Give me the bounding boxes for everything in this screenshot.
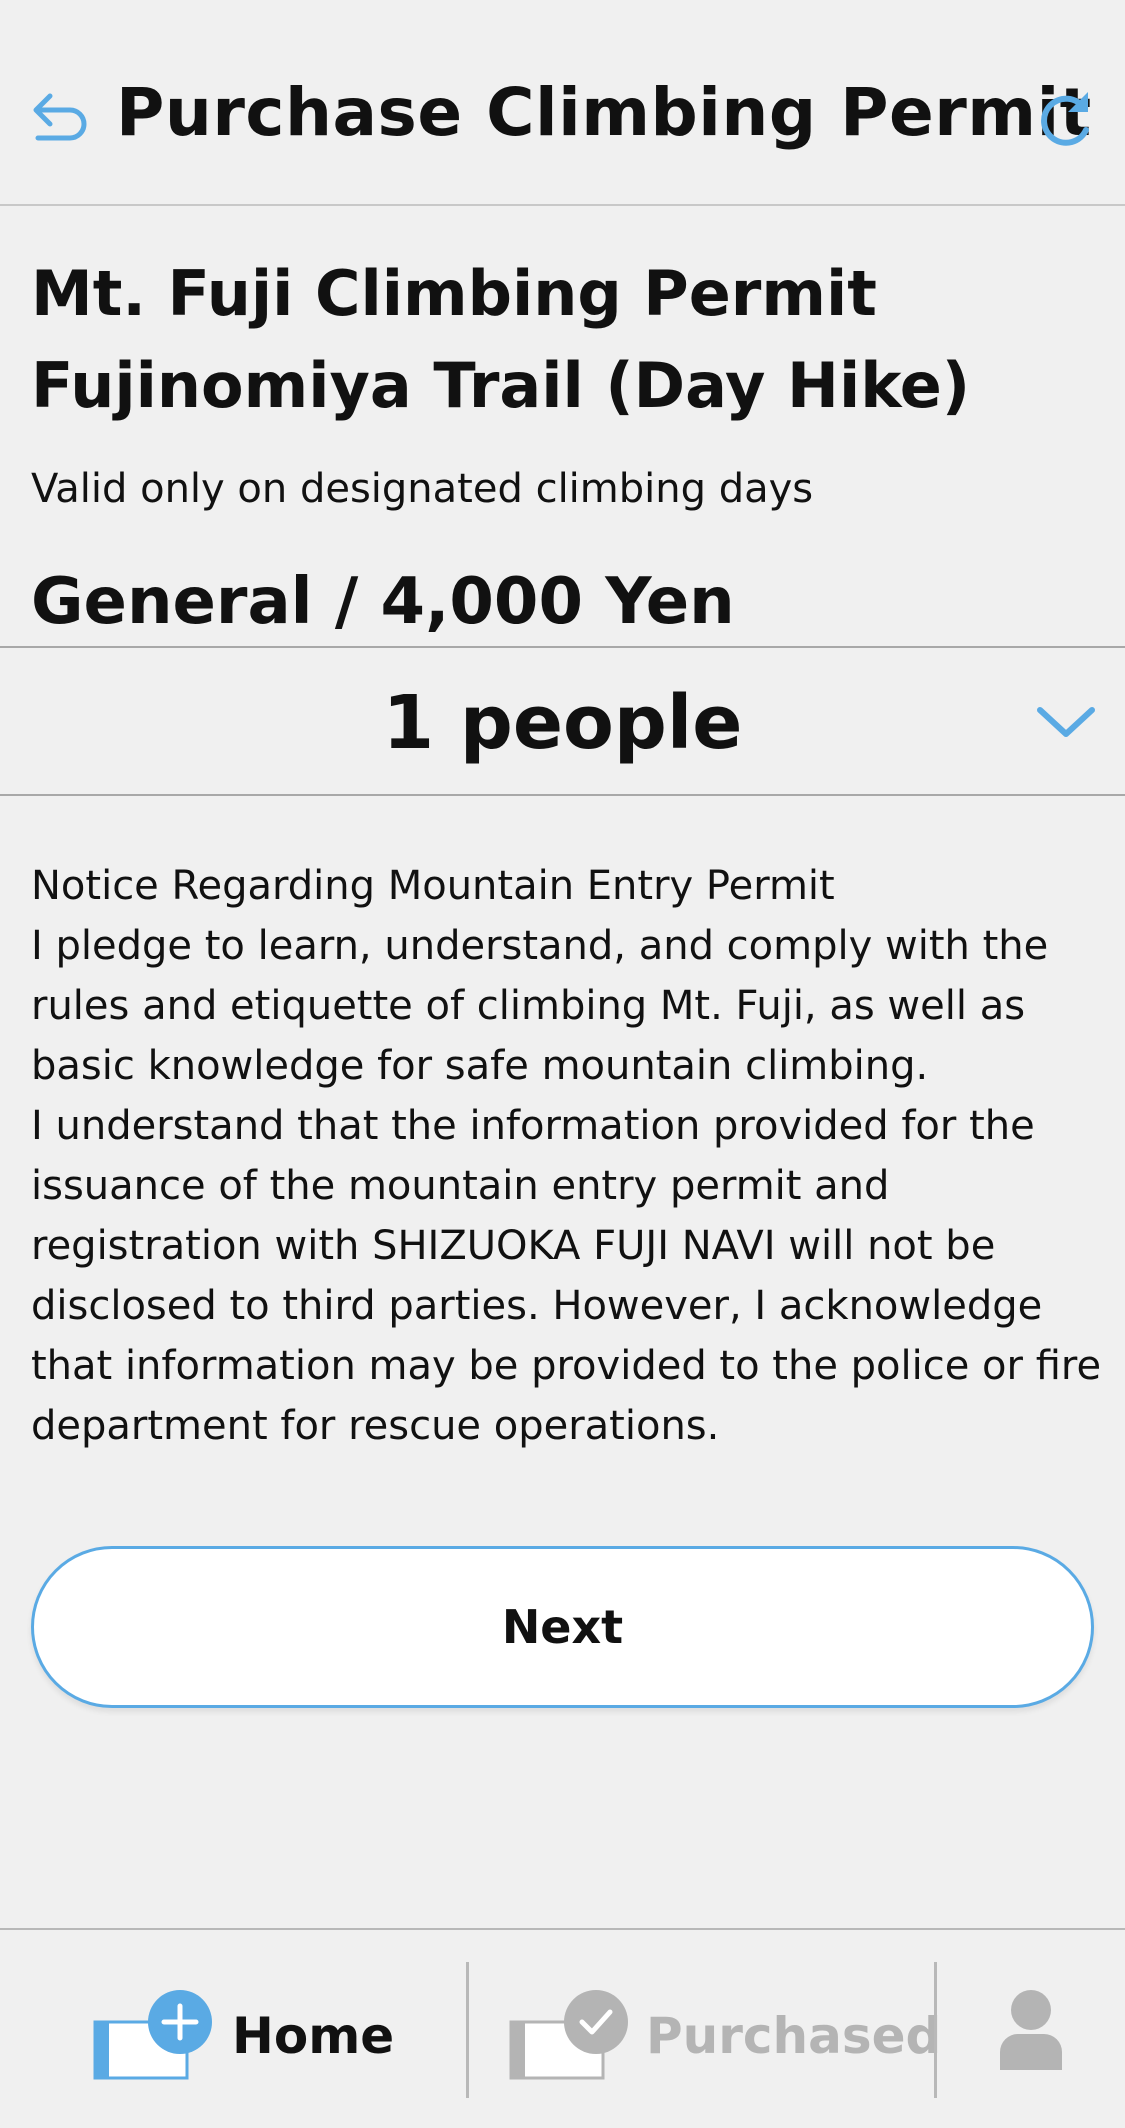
tab-profile[interactable] xyxy=(938,1930,1125,2128)
permit-price: General / 4,000 Yen xyxy=(31,565,735,639)
header-bar: Purchase Climbing Permit xyxy=(0,0,1125,206)
notice-paragraph-2: I understand that the information provid… xyxy=(31,1103,1102,1449)
permit-title-line2: Fujinomiya Trail (Day Hike) xyxy=(31,349,971,422)
back-button[interactable] xyxy=(26,84,94,152)
notice-section: Notice Regarding Mountain Entry Permit I… xyxy=(31,856,1121,1456)
people-count-dropdown[interactable]: 1 people xyxy=(0,646,1125,796)
purchase-permit-screen: Purchase Climbing Permit Mt. Fuji Climbi… xyxy=(0,0,1125,2128)
tab-home[interactable]: Home xyxy=(0,1930,468,2128)
permit-validity-note: Valid only on designated climbing days xyxy=(31,466,814,512)
notice-heading: Notice Regarding Mountain Entry Permit xyxy=(31,863,835,909)
page-title: Purchase Climbing Permit xyxy=(116,74,1092,151)
permit-title-line1: Mt. Fuji Climbing Permit xyxy=(31,257,877,330)
tab-divider xyxy=(466,1962,469,2098)
chevron-down-icon xyxy=(1037,707,1095,737)
bottom-tab-bar: Home Purchased xyxy=(0,1928,1125,2128)
notice-paragraph-1: I pledge to learn, understand, and compl… xyxy=(31,923,1049,1089)
tab-purchased-label: Purchased xyxy=(646,2007,942,2065)
tab-home-label: Home xyxy=(232,2007,395,2065)
people-count-value: 1 people xyxy=(382,680,743,766)
purchased-ticket-icon xyxy=(509,1990,628,2080)
person-icon xyxy=(1000,1990,1062,2070)
tab-purchased[interactable]: Purchased xyxy=(470,1930,941,2128)
next-button[interactable]: Next xyxy=(31,1546,1094,1708)
reload-button[interactable] xyxy=(1030,82,1102,154)
reload-icon xyxy=(1041,92,1089,146)
back-arrow-icon xyxy=(33,93,87,141)
tab-divider xyxy=(934,1962,937,2098)
add-ticket-icon xyxy=(93,1990,212,2080)
permit-title: Mt. Fuji Climbing Permit Fujinomiya Trai… xyxy=(31,248,1101,432)
